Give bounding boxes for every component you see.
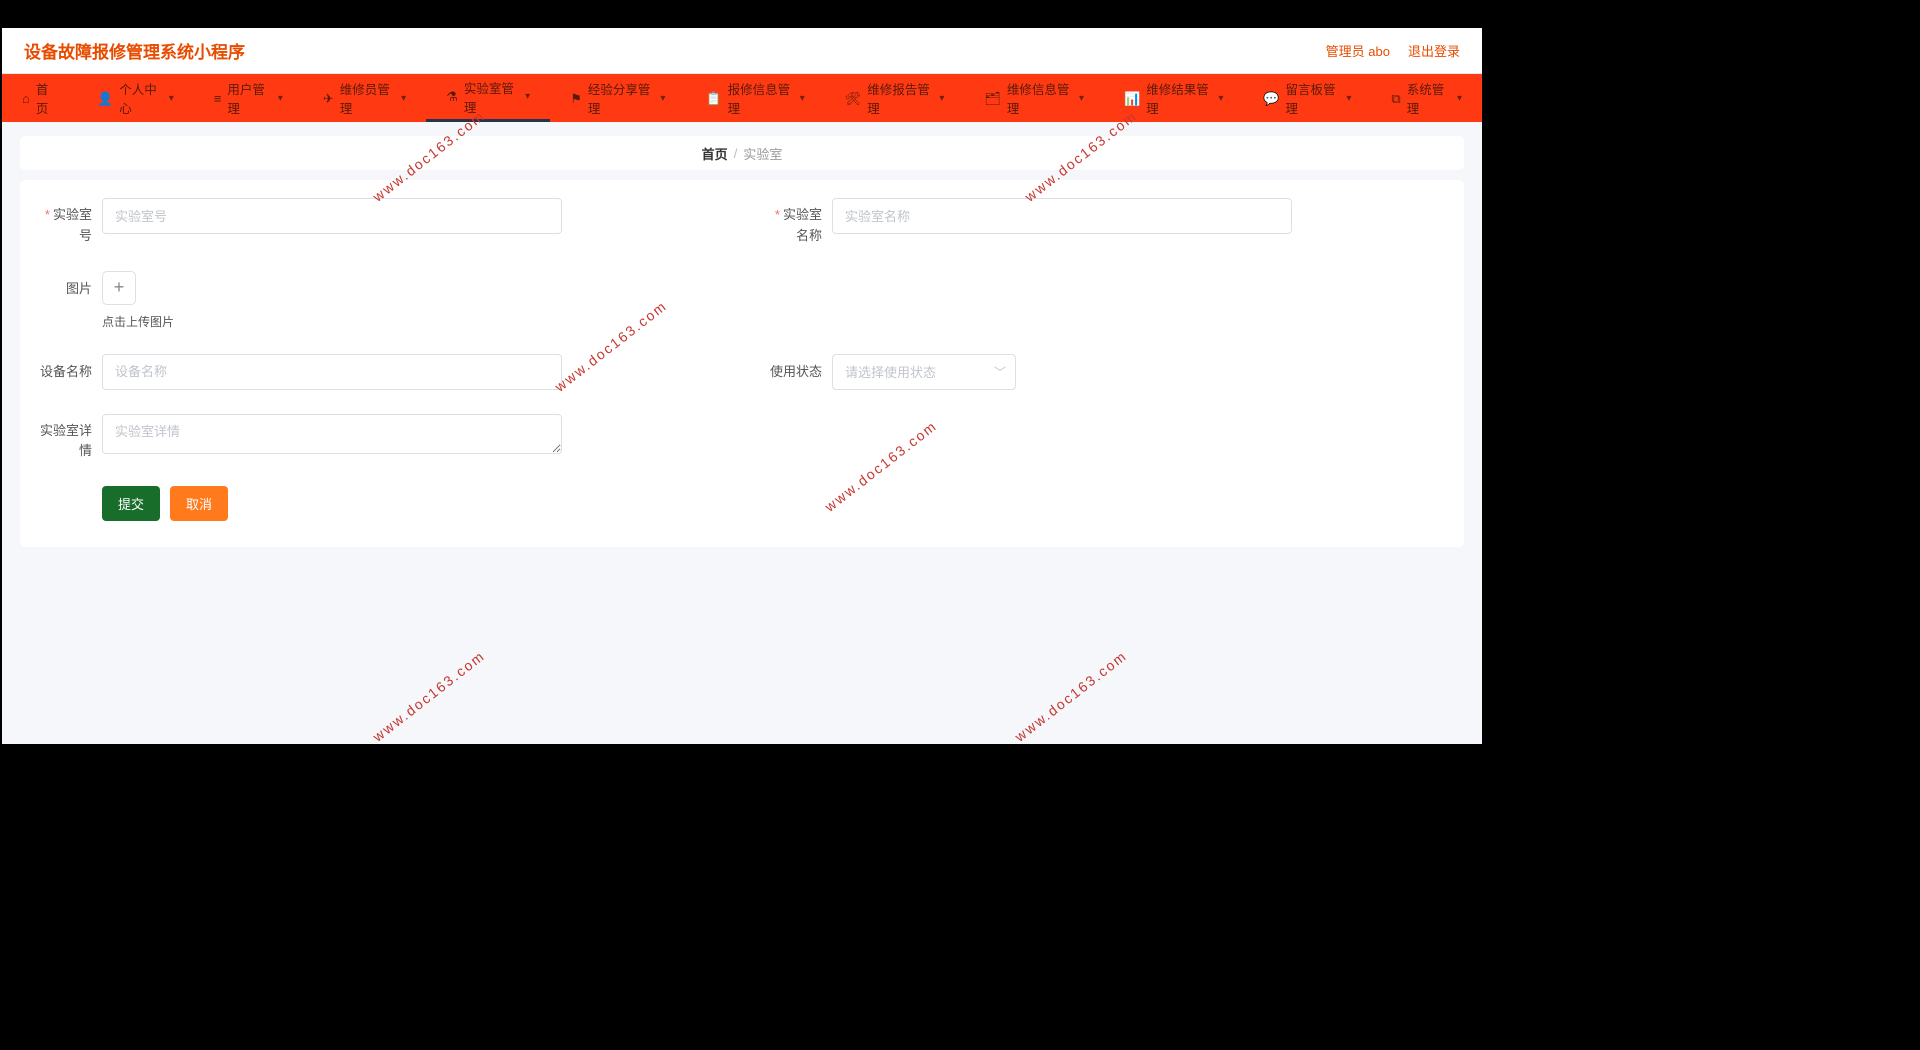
nav-item-用户管理[interactable]: ≡ 用户管理 ▾ <box>194 74 303 122</box>
nav-label: 留言板管理 <box>1286 79 1339 117</box>
logout-link[interactable]: 退出登录 <box>1408 41 1460 60</box>
nav-icon: ≡ <box>214 92 222 105</box>
breadcrumb-home[interactable]: 首页 <box>702 144 728 163</box>
chevron-down-icon: ▾ <box>278 93 283 104</box>
nav-icon: ✈ <box>323 92 334 105</box>
submit-button[interactable]: 提交 <box>102 486 160 521</box>
nav-label: 用户管理 <box>227 79 269 117</box>
nav-icon: ⚗ <box>446 90 458 103</box>
form-card: 实验室号 实验室名称 图片 + 点击上传图片 设备名称 使用状态 <box>20 180 1464 547</box>
nav-label: 维修员管理 <box>340 79 393 117</box>
chevron-down-icon: ▾ <box>525 91 530 102</box>
label-lab-name: 实验室名称 <box>762 198 832 247</box>
nav-label: 维修信息管理 <box>1007 79 1071 117</box>
label-device-name: 设备名称 <box>32 354 102 390</box>
nav-label: 首页 <box>36 79 57 117</box>
nav-icon: 🛠 <box>845 92 862 105</box>
nav-item-维修结果管理[interactable]: 📊 维修结果管理 ▾ <box>1104 74 1243 122</box>
admin-name[interactable]: 管理员 abo <box>1326 41 1390 60</box>
nav-label: 维修报告管理 <box>867 79 931 117</box>
select-use-status[interactable]: 请选择使用状态 <box>832 354 1016 390</box>
nav-item-维修信息管理[interactable]: 🗂 维修信息管理 ▾ <box>964 74 1104 122</box>
nav-icon: ⧉ <box>1391 92 1400 105</box>
nav-label: 系统管理 <box>1407 79 1449 117</box>
nav-icon: 🗂 <box>984 92 1001 105</box>
breadcrumb: 首页 / 实验室 <box>20 136 1464 170</box>
cancel-button[interactable]: 取消 <box>170 486 228 521</box>
nav-icon: 📋 <box>705 92 721 105</box>
label-lab-no: 实验室号 <box>32 198 102 247</box>
nav-item-首页[interactable]: ⌂ 首页 <box>2 74 77 122</box>
chevron-down-icon: ▾ <box>1218 93 1223 104</box>
nav-item-实验室管理[interactable]: ⚗ 实验室管理 ▾ <box>426 74 550 122</box>
input-device-name[interactable] <box>102 354 562 390</box>
chevron-down-icon: ▾ <box>1457 93 1462 104</box>
main-nav: ⌂ 首页 👤 个人中心 ▾ ≡ 用户管理 ▾ ✈ 维修员管理 ▾ ⚗ 实验室管理 ▾ ⚑ 经验分享管理 ▾ 📋 报修… <box>2 74 1482 122</box>
header: 设备故障报修管理系统小程序 管理员 abo 退出登录 <box>2 28 1482 74</box>
nav-label: 报修信息管理 <box>728 79 792 117</box>
label-use-status: 使用状态 <box>762 354 832 390</box>
upload-tip: 点击上传图片 <box>102 313 174 330</box>
chevron-down-icon: ▾ <box>1346 93 1351 104</box>
input-lab-name[interactable] <box>832 198 1292 234</box>
nav-item-报修信息管理[interactable]: 📋 报修信息管理 ▾ <box>685 74 824 122</box>
nav-icon: 💬 <box>1263 92 1279 105</box>
app-title: 设备故障报修管理系统小程序 <box>24 38 245 63</box>
chevron-down-icon: ▾ <box>169 93 174 104</box>
breadcrumb-sep: / <box>734 146 738 161</box>
nav-label: 维修结果管理 <box>1146 79 1210 117</box>
nav-label: 个人中心 <box>119 79 161 117</box>
nav-label: 实验室管理 <box>464 78 517 116</box>
nav-item-维修员管理[interactable]: ✈ 维修员管理 ▾ <box>303 74 426 122</box>
nav-item-系统管理[interactable]: ⧉ 系统管理 ▾ <box>1371 74 1482 122</box>
chevron-down-icon: ▾ <box>939 93 944 104</box>
chevron-down-icon: ▾ <box>401 93 406 104</box>
label-lab-detail: 实验室详情 <box>32 414 102 463</box>
watermark: www.doc163.com <box>1012 647 1130 744</box>
chevron-down-icon: ▾ <box>660 93 665 104</box>
nav-icon: ⚑ <box>570 92 582 105</box>
chevron-down-icon: ▾ <box>1079 93 1084 104</box>
nav-label: 经验分享管理 <box>588 79 653 117</box>
textarea-lab-detail[interactable] <box>102 414 562 454</box>
watermark: www.doc163.com <box>370 647 488 744</box>
nav-item-留言板管理[interactable]: 💬 留言板管理 ▾ <box>1243 74 1371 122</box>
chevron-down-icon: ▾ <box>800 93 805 104</box>
nav-icon: ⌂ <box>22 92 30 105</box>
nav-item-维修报告管理[interactable]: 🛠 维修报告管理 ▾ <box>825 74 965 122</box>
label-image: 图片 <box>32 271 102 307</box>
nav-icon: 👤 <box>97 92 113 105</box>
nav-item-经验分享管理[interactable]: ⚑ 经验分享管理 ▾ <box>550 74 685 122</box>
nav-icon: 📊 <box>1124 92 1140 105</box>
nav-item-个人中心[interactable]: 👤 个人中心 ▾ <box>77 74 194 122</box>
input-lab-no[interactable] <box>102 198 562 234</box>
breadcrumb-current: 实验室 <box>743 144 782 163</box>
upload-button[interactable]: + <box>102 271 136 305</box>
